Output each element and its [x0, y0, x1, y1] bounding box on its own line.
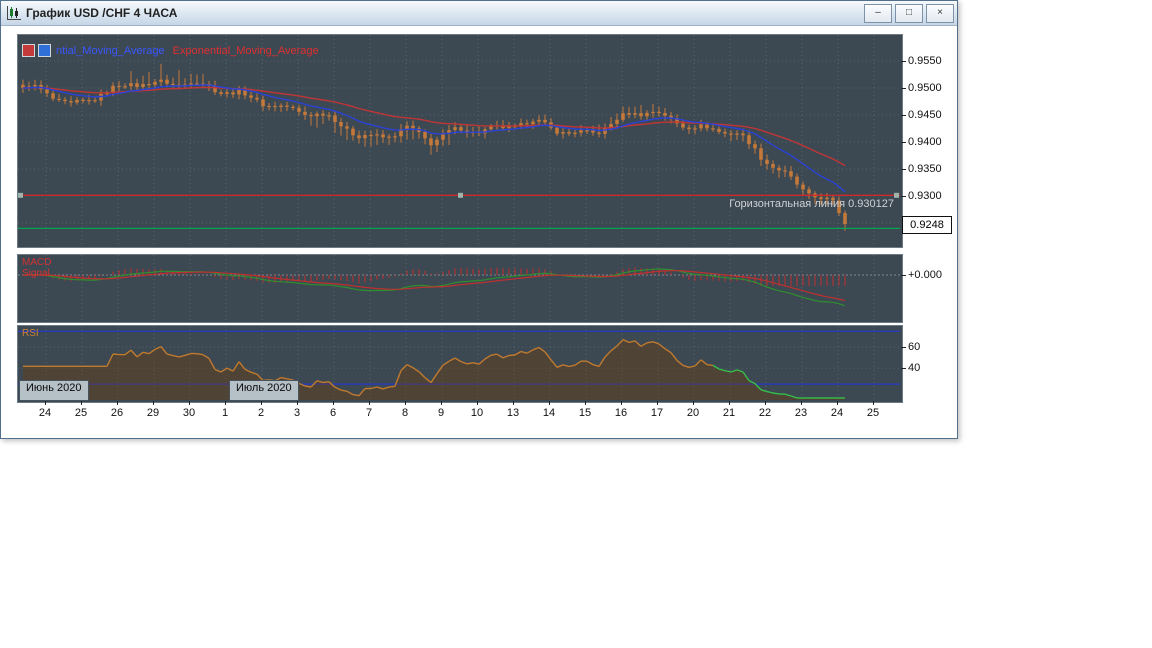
- time-axis-tick: [153, 401, 154, 405]
- hline-handle-center: [458, 192, 463, 198]
- time-axis-label: 24: [830, 407, 844, 419]
- ema-fast-label: ntial_Moving_Average: [56, 44, 165, 57]
- price-axis-label: 0.9550: [908, 55, 942, 67]
- time-axis-tick: [81, 401, 82, 405]
- macd-label-line2: Signal: [22, 268, 50, 279]
- time-axis-tick: [189, 401, 190, 405]
- time-axis-label: 29: [146, 407, 160, 419]
- rsi-scale-label: 40: [908, 362, 921, 375]
- time-axis-label: 22: [758, 407, 772, 419]
- time-axis-label: 14: [542, 407, 556, 419]
- time-axis-tick: [297, 401, 298, 405]
- time-axis-tick: [117, 401, 118, 405]
- macd-zero-label: +0.000: [908, 269, 942, 281]
- hline-handle-left: [18, 192, 23, 198]
- time-axis-label: 2: [257, 407, 265, 419]
- time-axis-tick: [765, 401, 766, 405]
- rsi-indicator-label: RSI: [22, 328, 39, 339]
- price-axis-label: 0.9400: [908, 136, 942, 148]
- time-axis-label: 13: [506, 407, 520, 419]
- time-axis-label: 3: [293, 407, 301, 419]
- time-axis-tick: [549, 401, 550, 405]
- time-axis-tick: [657, 401, 658, 405]
- month-tag-june[interactable]: Июнь 2020: [19, 380, 89, 401]
- time-axis-tick: [729, 401, 730, 405]
- macd-panel[interactable]: MACD Signal: [17, 254, 903, 323]
- price-axis-tick: [901, 61, 906, 62]
- time-axis-label: 17: [650, 407, 664, 419]
- time-axis-tick: [801, 401, 802, 405]
- time-axis-tick: [621, 401, 622, 405]
- time-axis-tick: [225, 401, 226, 405]
- time-axis-label: 16: [614, 407, 628, 419]
- time-axis-label: 24: [38, 407, 52, 419]
- time-axis-label: 23: [794, 407, 808, 419]
- price-axis-label: 0.9350: [908, 163, 942, 175]
- rsi-canvas[interactable]: [18, 326, 900, 400]
- time-axis-tick: [333, 401, 334, 405]
- price-axis-tick: [901, 88, 906, 89]
- rsi-scale-tick: [901, 347, 906, 348]
- time-axis-label: 1: [221, 407, 229, 419]
- time-axis-label: 10: [470, 407, 484, 419]
- grid-lines: [45, 255, 875, 320]
- macd-canvas[interactable]: [18, 255, 900, 320]
- time-axis-label: 6: [329, 407, 337, 419]
- legend-button-red[interactable]: [22, 44, 35, 57]
- rsi-scale-tick: [901, 368, 906, 369]
- time-axis-tick: [585, 401, 586, 405]
- indicator-legend: ntial_Moving_Average Exponential_Moving_…: [22, 44, 319, 57]
- time-axis-label: 15: [578, 407, 592, 419]
- window-title: График USD /CHF 4 ЧАСА: [26, 6, 178, 20]
- price-axis-tick: [901, 142, 906, 143]
- restore-button[interactable]: □: [895, 3, 923, 23]
- minimize-button[interactable]: –: [864, 3, 892, 23]
- macd-label-line1: MACD: [22, 257, 52, 268]
- time-axis-label: 30: [182, 407, 196, 419]
- ema-fast-line: [22, 84, 846, 193]
- current-price-tag: 0.9248: [902, 216, 952, 234]
- ema-slow-label: Exponential_Moving_Average: [172, 44, 319, 57]
- price-axis-label: 0.9500: [908, 82, 942, 94]
- time-axis-tick: [837, 401, 838, 405]
- price-chart-panel[interactable]: ntial_Moving_Average Exponential_Moving_…: [17, 34, 903, 248]
- price-axis-tick: [901, 169, 906, 170]
- time-axis-label: 9: [437, 407, 445, 419]
- time-axis-tick: [45, 401, 46, 405]
- time-axis-tick: [693, 401, 694, 405]
- price-axis-label: 0.9450: [908, 109, 942, 121]
- legend-button-blue[interactable]: [38, 44, 51, 57]
- time-axis-label: 8: [401, 407, 409, 419]
- time-axis-label: 20: [686, 407, 700, 419]
- price-axis-tick: [901, 115, 906, 116]
- time-axis-tick: [873, 401, 874, 405]
- price-axis-label: 0.9300: [908, 190, 942, 202]
- close-button[interactable]: ×: [926, 3, 954, 23]
- horizontal-line-tooltip: Горизонтальная линия 0.930127: [729, 198, 894, 210]
- price-axis-tick: [901, 196, 906, 197]
- chart-window: График USD /CHF 4 ЧАСА – □ × ntial_Movin…: [0, 0, 958, 439]
- time-axis-tick: [513, 401, 514, 405]
- titlebar[interactable]: График USD /CHF 4 ЧАСА – □ ×: [1, 1, 957, 26]
- time-axis-tick: [477, 401, 478, 405]
- time-axis-label: 25: [74, 407, 88, 419]
- macd-histogram: [34, 267, 846, 286]
- time-axis-tick: [369, 401, 370, 405]
- hline-handle-right: [894, 192, 899, 198]
- time-axis-label: 7: [365, 407, 373, 419]
- time-axis-tick: [405, 401, 406, 405]
- rsi-panel[interactable]: RSI: [17, 325, 903, 403]
- macd-indicator-label: MACD Signal: [22, 257, 51, 279]
- macd-zero-tick: [901, 275, 906, 276]
- time-axis-label: 26: [110, 407, 124, 419]
- time-axis-tick: [441, 401, 442, 405]
- month-tag-july[interactable]: Июль 2020: [229, 380, 299, 401]
- time-axis-label: 25: [866, 407, 880, 419]
- price-chart-canvas[interactable]: [18, 35, 900, 245]
- rsi-scale-label: 60: [908, 341, 921, 354]
- time-axis-tick: [261, 401, 262, 405]
- candlestick-chart-icon: [7, 6, 21, 20]
- time-axis-label: 21: [722, 407, 736, 419]
